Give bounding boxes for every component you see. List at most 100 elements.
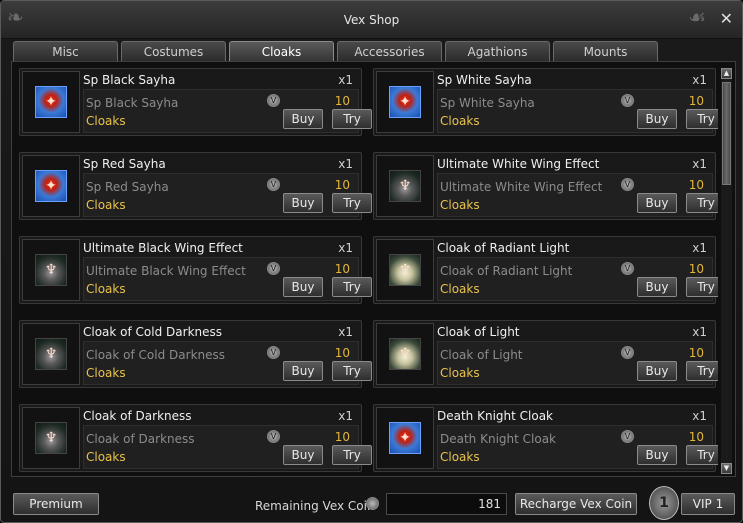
item-card[interactable]: ✦ Death Knight Cloak x1 Death Knight Clo…	[373, 404, 718, 472]
try-button[interactable]: Try	[686, 109, 718, 129]
buy-button[interactable]: Buy	[283, 193, 323, 213]
try-button[interactable]: Try	[332, 277, 372, 297]
buy-button[interactable]: Buy	[283, 445, 323, 465]
buy-button[interactable]: Buy	[283, 109, 323, 129]
item-icon-frame: ✦	[376, 71, 434, 133]
item-quantity: x1	[338, 73, 353, 87]
item-detail-box: Sp Black Sayha Cloaks V 10 Buy Try	[83, 89, 372, 133]
item-category: Cloaks	[440, 366, 480, 380]
dark-cloak-icon: ♆	[35, 338, 67, 370]
item-price: 10	[688, 178, 704, 192]
item-card[interactable]: ♆ Cloak of Darkness x1 Cloak of Darkness…	[19, 404, 372, 472]
vip-button[interactable]: VIP 1	[681, 493, 735, 515]
try-button[interactable]: Try	[332, 109, 372, 129]
item-detail-box: Cloak of Radiant Light Cloaks V 10 Buy T…	[437, 257, 718, 301]
item-detail-box: Cloak of Cold Darkness Cloaks V 10 Buy T…	[83, 341, 372, 385]
item-card[interactable]: ♆ Ultimate White Wing Effect x1 Ultimate…	[373, 152, 718, 220]
vex-coin-icon: V	[621, 94, 634, 107]
try-button[interactable]: Try	[332, 361, 372, 381]
vex-coin-icon	[366, 497, 379, 510]
vex-coin-icon: V	[621, 262, 634, 275]
item-name: Cloak of Radiant Light	[437, 241, 570, 255]
item-icon-frame: ✦	[376, 407, 434, 469]
item-price: 10	[334, 262, 350, 276]
scrollbar[interactable]: ▲ ▼	[721, 68, 732, 474]
try-button[interactable]: Try	[686, 193, 718, 213]
item-name: Cloak of Darkness	[83, 409, 192, 423]
light-cloak-icon: ♆	[389, 338, 421, 370]
buy-button[interactable]: Buy	[637, 445, 677, 465]
buy-button[interactable]: Buy	[637, 109, 677, 129]
item-price: 10	[334, 346, 350, 360]
vex-coin-icon: V	[621, 178, 634, 191]
tab-misc[interactable]: Misc	[13, 41, 118, 61]
item-category: Cloaks	[440, 450, 480, 464]
item-quantity: x1	[692, 73, 707, 87]
window-title: Vex Shop	[343, 13, 400, 27]
ornament-right-icon: ☙	[688, 5, 706, 29]
item-card[interactable]: ✦ Sp White Sayha x1 Sp White Sayha Cloak…	[373, 68, 718, 136]
vex-coin-icon: V	[267, 94, 280, 107]
item-icon-frame: ✦	[22, 155, 80, 217]
item-detail-box: Death Knight Cloak Cloaks V 10 Buy Try	[437, 425, 718, 469]
tab-costumes[interactable]: Costumes	[121, 41, 226, 61]
try-button[interactable]: Try	[686, 445, 718, 465]
item-price: 10	[688, 430, 704, 444]
buy-button[interactable]: Buy	[637, 193, 677, 213]
vex-shop-window: ❧ Vex Shop ☙ ✕ Misc Costumes Cloaks Acce…	[0, 0, 743, 523]
item-category: Cloaks	[440, 282, 480, 296]
item-detail-box: Ultimate White Wing Effect Cloaks V 10 B…	[437, 173, 718, 217]
item-category: Cloaks	[86, 366, 126, 380]
item-grid: ✦ Sp Black Sayha x1 Sp Black Sayha Cloak…	[19, 68, 718, 474]
item-card[interactable]: ✦ Sp Red Sayha x1 Sp Red Sayha Cloaks V …	[19, 152, 372, 220]
item-detail-box: Sp Red Sayha Cloaks V 10 Buy Try	[83, 173, 372, 217]
buy-button[interactable]: Buy	[637, 361, 677, 381]
item-card[interactable]: ♆ Cloak of Radiant Light x1 Cloak of Rad…	[373, 236, 718, 304]
item-icon-frame: ✦	[22, 71, 80, 133]
item-category: Cloaks	[86, 450, 126, 464]
item-price: 10	[688, 346, 704, 360]
tab-cloaks[interactable]: Cloaks	[229, 41, 334, 62]
close-icon[interactable]: ✕	[720, 9, 733, 28]
scroll-up-button[interactable]: ▲	[721, 68, 732, 79]
item-detail-box: Ultimate Black Wing Effect Cloaks V 10 B…	[83, 257, 372, 301]
item-icon-frame: ♆	[22, 323, 80, 385]
buy-button[interactable]: Buy	[637, 277, 677, 297]
item-name: Sp White Sayha	[437, 73, 532, 87]
item-card[interactable]: ✦ Sp Black Sayha x1 Sp Black Sayha Cloak…	[19, 68, 372, 136]
sayha-blue-icon: ✦	[389, 422, 421, 454]
sayha-blue-icon: ✦	[35, 86, 67, 118]
sayha-blue-icon: ✦	[35, 170, 67, 202]
buy-button[interactable]: Buy	[283, 277, 323, 297]
dark-cloak-icon: ♆	[35, 422, 67, 454]
tab-bar: Misc Costumes Cloaks Accessories Agathio…	[13, 41, 658, 62]
item-quantity: x1	[338, 157, 353, 171]
coin-balance-field: 181	[386, 493, 507, 515]
item-card[interactable]: ♆ Ultimate Black Wing Effect x1 Ultimate…	[19, 236, 372, 304]
try-button[interactable]: Try	[332, 193, 372, 213]
tab-mounts[interactable]: Mounts	[553, 41, 658, 61]
sayha-blue-icon: ✦	[389, 86, 421, 118]
try-button[interactable]: Try	[686, 361, 718, 381]
try-button[interactable]: Try	[686, 277, 718, 297]
item-card[interactable]: ♆ Cloak of Cold Darkness x1 Cloak of Col…	[19, 320, 372, 388]
tab-agathions[interactable]: Agathions	[445, 41, 550, 61]
item-price: 10	[334, 178, 350, 192]
item-name: Death Knight Cloak	[437, 409, 554, 423]
tab-accessories[interactable]: Accessories	[337, 41, 442, 61]
recharge-button[interactable]: Recharge Vex Coin	[515, 493, 637, 515]
item-list-panel: ✦ Sp Black Sayha x1 Sp Black Sayha Cloak…	[11, 61, 736, 477]
title-bar[interactable]: ❧ Vex Shop ☙ ✕	[1, 1, 742, 39]
item-subtitle: Cloak of Light	[440, 348, 523, 362]
item-subtitle: Cloak of Darkness	[86, 432, 195, 446]
item-card[interactable]: ♆ Cloak of Light x1 Cloak of Light Cloak…	[373, 320, 718, 388]
item-icon-frame: ♆	[22, 407, 80, 469]
item-category: Cloaks	[86, 114, 126, 128]
item-category: Cloaks	[440, 198, 480, 212]
try-button[interactable]: Try	[332, 445, 372, 465]
premium-button[interactable]: Premium	[13, 493, 99, 515]
item-subtitle: Sp Red Sayha	[86, 180, 169, 194]
scrollbar-thumb[interactable]	[722, 82, 731, 185]
buy-button[interactable]: Buy	[283, 361, 323, 381]
scroll-down-button[interactable]: ▼	[721, 463, 732, 474]
